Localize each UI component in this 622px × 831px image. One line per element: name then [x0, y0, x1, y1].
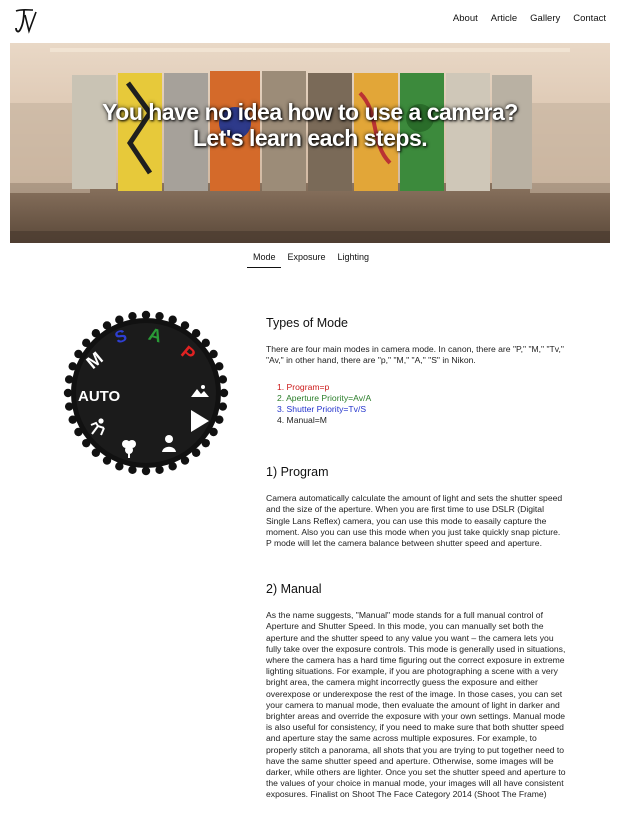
nav-article[interactable]: Article [491, 13, 517, 24]
nav-about[interactable]: About [453, 13, 478, 24]
mode-item-aperture: 2. Aperture Priority=Av/A [277, 392, 372, 403]
mode-dial: AUTO M S A P [63, 310, 229, 476]
tab-mode[interactable]: Mode [246, 252, 282, 268]
manual-heading: 2) Manual [266, 582, 322, 596]
manual-body: As the name suggests, "Manual" mode stan… [266, 610, 566, 800]
section-types: Types of Mode There are four main modes … [266, 316, 566, 427]
dial-tooth [141, 310, 151, 320]
hero-title-line-2: Let's learn each steps. [192, 125, 428, 151]
mode-list: 1. Program=p 2. Aperture Priority=Av/A 3… [266, 382, 566, 427]
mode-item-shutter: 3. Shutter Priority=Tv/S [277, 404, 367, 415]
nav-gallery[interactable]: Gallery [530, 13, 560, 24]
types-heading: Types of Mode [266, 316, 348, 330]
section-manual: 2) Manual As the name suggests, "Manual"… [266, 582, 566, 801]
dial-label-auto: AUTO [78, 388, 121, 405]
hero-banner: You have no idea how to use a camera? Le… [10, 43, 610, 243]
hero-title: You have no idea how to use a camera? Le… [10, 99, 610, 151]
mode-item-manual: 4. Manual=M [277, 415, 327, 426]
dial-tooth [141, 466, 151, 476]
section-program: 1) Program Camera automatically calculat… [266, 465, 566, 549]
types-intro: There are four main modes in camera mode… [266, 344, 564, 366]
site-logo[interactable] [13, 7, 39, 35]
main-nav: About Article Gallery Contact [453, 13, 606, 24]
section-tabs: Mode Exposure Lighting [0, 252, 622, 268]
hero-title-line-1: You have no idea how to use a camera? [102, 99, 518, 125]
top-bar: About Article Gallery Contact [0, 0, 622, 42]
dial-tooth [219, 388, 229, 398]
tab-lighting[interactable]: Lighting [332, 252, 376, 268]
dial-tooth [63, 388, 73, 398]
program-heading: 1) Program [266, 465, 329, 479]
program-body: Camera automatically calculate the amoun… [266, 493, 563, 549]
mode-item-program: 1. Program=p [277, 381, 330, 392]
tab-exposure[interactable]: Exposure [281, 252, 331, 268]
nav-contact[interactable]: Contact [573, 13, 606, 24]
